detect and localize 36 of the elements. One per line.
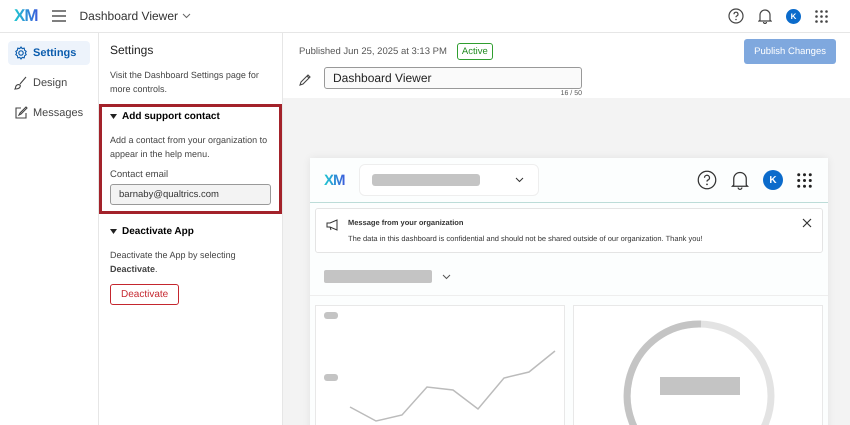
apps-grid-icon[interactable] [815,10,828,22]
pencil-icon [299,73,312,86]
published-text: Published Jun 25, 2025 at 3:13 PM [299,46,447,57]
brush-icon [14,76,28,90]
panel-title: Settings [110,43,154,57]
help-icon [697,170,717,190]
help-icon[interactable] [728,8,744,24]
bell-icon[interactable] [758,8,772,24]
section-toggle[interactable]: Deactivate App [110,226,194,237]
edit-icon [14,106,28,120]
project-dropdown[interactable]: Dashboard Viewer [80,9,192,23]
apps-grid-icon [797,172,812,188]
megaphone-icon [326,219,340,231]
email-field[interactable]: barnaby@qualtrics.com [110,184,271,205]
nav-item[interactable]: Settings [8,41,90,65]
field-label: Contact email [110,169,170,180]
chevron-icon [514,177,524,183]
caret-icon [110,114,117,119]
user-avatar[interactable]: K [786,8,801,24]
gear-icon [14,46,28,60]
caret-icon [110,229,117,234]
deactivate-button[interactable]: Deactivate [110,284,180,305]
intro-text: Visit the Dashboard Settings page for more controls. [110,69,260,96]
section-text: Add a contact from your organization to appear in the help menu. [110,134,268,161]
section-toggle[interactable]: Add support contact [110,111,220,122]
section-text: Deactivate the App by selecting Deactivate. [110,249,237,276]
menu-icon[interactable] [52,10,66,22]
user-avatar: K [763,170,783,190]
close-icon[interactable] [802,218,812,228]
nav-item[interactable]: Design [8,71,90,95]
chevron-icon [182,13,192,19]
name-field[interactable]: Dashboard Viewer [324,67,582,89]
bell-icon [731,170,749,190]
chevron-icon [442,274,451,280]
nav-item[interactable]: Messages [8,101,90,125]
status-badge: Active [456,43,493,60]
